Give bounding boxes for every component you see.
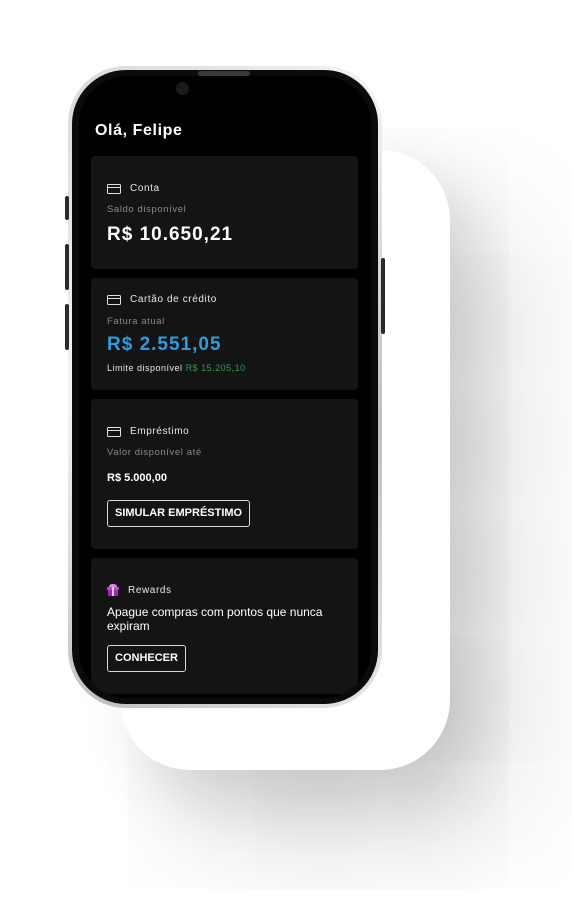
credit-card-icon: [107, 426, 121, 437]
loan-available-label: Valor disponível até: [107, 447, 202, 458]
loan-amount: R$ 5.000,00: [107, 472, 167, 484]
invoice-value: R$ 2.551,05: [107, 334, 222, 355]
learn-more-button[interactable]: CONHECER: [107, 645, 186, 672]
available-limit-value: R$ 15.205,10: [185, 363, 246, 373]
credit-card-icon: [107, 183, 121, 194]
greeting-title: Olá, Felipe: [95, 122, 183, 139]
loan-card-header: Empréstimo: [107, 426, 189, 437]
credit-card-title: Cartão de crédito: [130, 294, 217, 305]
account-card[interactable]: Conta Saldo disponível R$ 10.650,21: [91, 156, 358, 269]
volume-down-button: [65, 304, 69, 350]
account-card-header: Conta: [107, 183, 160, 194]
rewards-description: Apague compras com pontos que nunca expi…: [107, 605, 323, 633]
available-limit: Limite disponível R$ 15.205,10: [107, 363, 246, 373]
gift-icon: [107, 584, 119, 596]
available-limit-label: Limite disponível: [107, 363, 183, 373]
volume-up-button: [65, 244, 69, 290]
loan-card: Empréstimo Valor disponível até R$ 5.000…: [91, 399, 358, 549]
stage: Olá, Felipe Conta Saldo disponível R$ 10…: [0, 0, 572, 898]
credit-card-icon: [107, 294, 121, 305]
account-balance-label: Saldo disponível: [107, 204, 187, 215]
phone-screen: Olá, Felipe Conta Saldo disponível R$ 10…: [79, 76, 371, 698]
credit-card-header: Cartão de crédito: [107, 294, 217, 305]
rewards-card-header: Rewards: [107, 584, 172, 596]
speaker-grille: [198, 71, 250, 76]
rewards-card-title: Rewards: [128, 584, 172, 596]
account-balance-value: R$ 10.650,21: [107, 224, 234, 245]
credit-card-card[interactable]: Cartão de crédito Fatura atual R$ 2.551,…: [91, 278, 358, 390]
power-button: [381, 258, 385, 334]
account-card-title: Conta: [130, 183, 160, 194]
phone-frame: Olá, Felipe Conta Saldo disponível R$ 10…: [68, 66, 382, 708]
invoice-label: Fatura atual: [107, 316, 165, 327]
rewards-card: Rewards Apague compras com pontos que nu…: [91, 558, 358, 694]
loan-card-title: Empréstimo: [130, 426, 190, 437]
simulate-loan-button[interactable]: SIMULAR EMPRÉSTIMO: [107, 500, 251, 527]
mute-switch: [65, 196, 69, 220]
front-camera-icon: [176, 82, 189, 95]
